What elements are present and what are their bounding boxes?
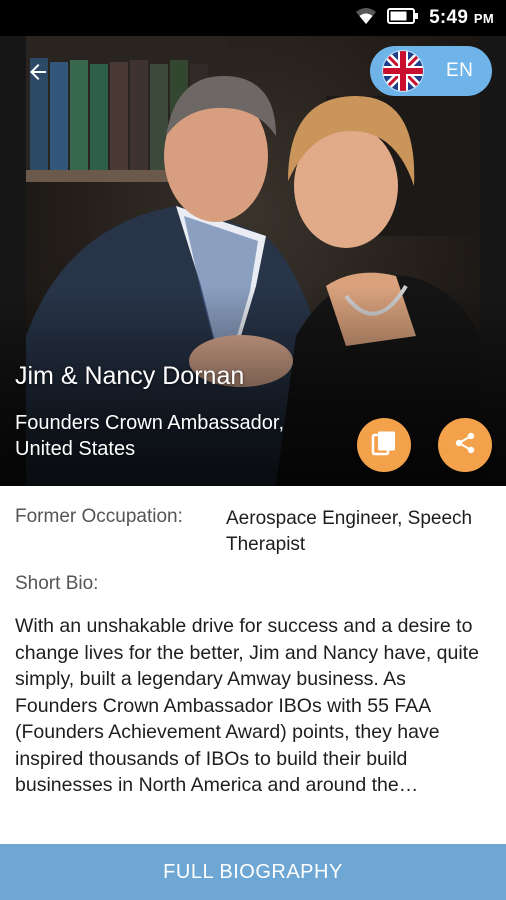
full-biography-button[interactable]: FULL BIOGRAPHY (0, 844, 506, 900)
occupation-label: Former Occupation: (15, 506, 183, 527)
profile-details: Former Occupation: Aerospace Engineer, S… (0, 486, 506, 844)
status-time-ampm: PM (473, 11, 494, 26)
short-bio-text: With an unshakable drive for success and… (15, 615, 479, 796)
back-button[interactable] (18, 54, 58, 94)
share-button[interactable] (438, 418, 492, 472)
profile-name: Jim & Nancy Dornan (15, 362, 245, 390)
battery-icon (387, 7, 419, 30)
gallery-button[interactable] (357, 418, 411, 472)
language-code: EN (446, 60, 474, 81)
profile-hero: EN Jim & Nancy Dornan Founders Crown Amb… (0, 36, 506, 486)
status-icons: 5:49 PM (355, 0, 494, 36)
profile-title: Founders Crown Ambassador, United States (15, 412, 285, 460)
arrow-left-icon (26, 60, 50, 89)
status-bar: 5:49 PM (0, 0, 506, 36)
occupation-value: Aerospace Engineer, Speech Therapist (226, 508, 473, 555)
status-time-value: 5:49 (429, 7, 469, 28)
full-biography-label: FULL BIOGRAPHY (163, 860, 343, 883)
book-icon (371, 430, 397, 461)
profile-screen: 5:49 PM EN Jim & Nancy Dornan Founders C… (0, 0, 506, 900)
short-bio-label: Short Bio: (15, 573, 99, 594)
wifi-icon (355, 7, 377, 30)
status-time: 5:49 PM (429, 7, 494, 29)
language-selector[interactable]: EN (370, 46, 492, 96)
share-icon (453, 431, 477, 460)
uk-flag-icon (382, 50, 424, 92)
